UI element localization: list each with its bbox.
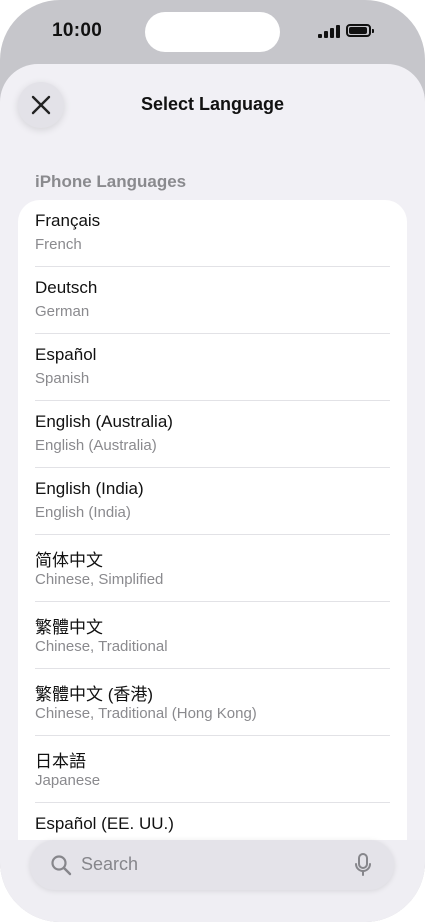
dynamic-island bbox=[145, 12, 280, 52]
language-name: Français bbox=[35, 211, 101, 230]
language-list: Français French Deutsch German Español Spanis… bbox=[18, 200, 407, 840]
language-row[interactable]: 繁體中文 Chinese, Traditional bbox=[18, 602, 407, 669]
status-time: 10:00 bbox=[52, 20, 103, 41]
language-row[interactable]: Français French bbox=[18, 200, 407, 267]
language-row[interactable]: English (Australia) English (Australia) bbox=[18, 401, 407, 468]
search-placeholder: Search bbox=[81, 854, 139, 874]
cellular-signal-icon bbox=[318, 25, 340, 38]
language-name: 繁體中文 (香港) bbox=[35, 685, 154, 704]
microphone-icon[interactable] bbox=[354, 853, 372, 877]
language-name: 简体中文 bbox=[35, 551, 103, 570]
language-translation: German bbox=[35, 303, 90, 320]
language-translation: Chinese, Simplified bbox=[35, 571, 164, 588]
language-translation: Chinese, Traditional (Hong Kong) bbox=[35, 705, 257, 722]
language-translation: English (Australia) bbox=[35, 437, 157, 454]
language-sheet: Select Language iPhone Languages Françai… bbox=[0, 64, 425, 922]
language-translation: French bbox=[35, 236, 82, 253]
language-name: English (Australia) bbox=[35, 412, 173, 431]
language-name: 繁體中文 bbox=[35, 618, 103, 637]
sheet-title: Select Language bbox=[140, 94, 285, 114]
language-name: Español bbox=[35, 345, 97, 364]
language-row[interactable]: 日本語 Japanese bbox=[18, 736, 407, 803]
language-translation: Spanish bbox=[35, 370, 90, 387]
language-translation: English (India) bbox=[35, 504, 131, 521]
language-row[interactable]: Deutsch German bbox=[18, 267, 407, 334]
language-translation: Chinese, Traditional bbox=[35, 638, 168, 655]
language-name: Español (EE. UU.) bbox=[35, 814, 174, 833]
language-row[interactable]: 繁體中文 (香港) Chinese, Traditional (Hong Kong… bbox=[18, 669, 407, 736]
section-header: iPhone Languages bbox=[35, 172, 187, 191]
language-name: Deutsch bbox=[35, 278, 98, 297]
battery-icon bbox=[346, 24, 374, 37]
language-row[interactable]: Español (EE. UU.) bbox=[18, 803, 407, 840]
language-row[interactable]: 简体中文 Chinese, Simplified bbox=[18, 535, 407, 602]
language-translation: Japanese bbox=[35, 772, 101, 789]
language-row[interactable]: Español Spanish bbox=[18, 334, 407, 401]
language-row[interactable]: English (India) English (India) bbox=[18, 468, 407, 535]
search-field[interactable]: Search bbox=[30, 840, 394, 890]
search-icon bbox=[51, 855, 72, 876]
language-name: 日本語 bbox=[35, 752, 86, 771]
phone-frame: 10:00 Select Language iPhone Languages F… bbox=[0, 0, 425, 922]
language-name: English (India) bbox=[35, 479, 144, 498]
